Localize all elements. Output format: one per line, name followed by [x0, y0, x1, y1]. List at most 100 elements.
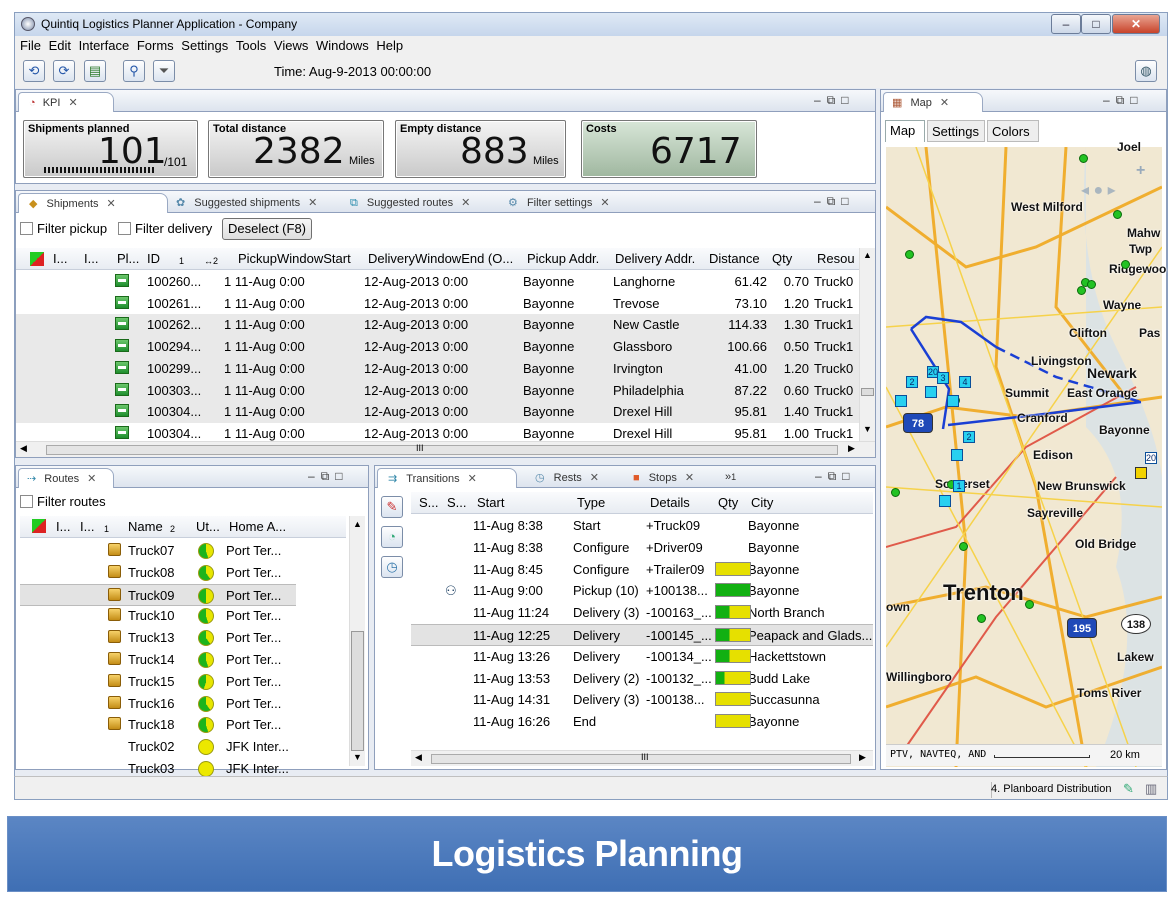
tab-suggested-routes[interactable]: ⧉ Suggested routes ✕ [350, 193, 500, 213]
route-stop[interactable] [895, 395, 907, 407]
scroll-thumb[interactable] [46, 445, 838, 455]
col-header[interactable]: DeliveryWindowEnd (O... [368, 251, 513, 266]
location-marker[interactable] [1087, 280, 1096, 289]
routes-vscroll[interactable]: ▲ ▼ [349, 516, 365, 766]
report-icon[interactable]: ▤ [84, 60, 106, 82]
planning-icon[interactable]: ◔ [381, 526, 403, 548]
transition-row[interactable]: 11-Aug 8:38 Start +Truck09 Bayonne [411, 515, 873, 537]
minimize-button[interactable]: – [1051, 14, 1081, 34]
scroll-thumb[interactable] [351, 631, 364, 751]
col-header[interactable]: Qty [718, 495, 738, 510]
col-header[interactable]: Delivery Addr. [615, 251, 695, 266]
location-marker[interactable] [977, 614, 986, 623]
route-row[interactable]: Truck09 Port Ter... [20, 583, 296, 606]
col-header[interactable]: Resou [817, 251, 855, 266]
close-tab-icon[interactable]: ✕ [940, 97, 949, 109]
route-stop[interactable] [951, 449, 963, 461]
globe-icon[interactable]: ◍ [1135, 60, 1157, 82]
subtab-colors[interactable]: Colors [987, 120, 1039, 142]
route-stop[interactable]: 2 [906, 376, 918, 388]
location-marker[interactable] [1079, 154, 1088, 163]
tab-shipments[interactable]: ◆ Shipments ✕ [18, 193, 168, 213]
col-header[interactable]: Details [650, 495, 690, 510]
tab-stops[interactable]: ■ Stops ✕ [633, 468, 723, 488]
close-tab-icon[interactable]: ✕ [461, 197, 470, 209]
filter-delivery[interactable]: Filter delivery [118, 221, 212, 236]
transition-row[interactable]: 11-Aug 8:38 Configure +Driver09 Bayonne [411, 537, 873, 559]
close-button[interactable]: ✕ [1112, 14, 1160, 34]
route-row[interactable]: Truck15 Port Ter... [20, 671, 346, 693]
tab-rests[interactable]: ◷ Rests ✕ [535, 468, 625, 488]
menu-settings[interactable]: Settings [176, 36, 228, 53]
checkbox[interactable] [118, 222, 131, 235]
table-row[interactable]: 100261... 1 11-Aug 0:00 12-Aug-2013 0:00 Ba… [16, 293, 859, 315]
close-tab-icon[interactable]: ✕ [685, 472, 694, 484]
col-header[interactable]: Distance [709, 251, 760, 266]
table-row[interactable]: 100303... 1 11-Aug 0:00 12-Aug-2013 0:00 Ba… [16, 379, 859, 402]
menu-edit[interactable]: Edit [44, 36, 71, 53]
menu-file[interactable]: File [15, 36, 41, 53]
checkbox[interactable] [20, 222, 33, 235]
close-tab-icon[interactable]: ✕ [87, 473, 96, 485]
sync-icon[interactable]: ⟳ [53, 60, 75, 82]
filter-pickup[interactable]: Filter pickup [20, 221, 107, 236]
col-header[interactable]: PickupWindowStart [238, 251, 351, 266]
location-marker[interactable] [1077, 286, 1086, 295]
route-row[interactable]: Truck16 Port Ter... [20, 693, 346, 715]
close-tab-icon[interactable]: ✕ [68, 97, 77, 109]
shipments-vscroll[interactable]: ▲ ▼ [859, 248, 875, 441]
menu-tools[interactable]: Tools [231, 36, 266, 53]
deselect-button[interactable]: Deselect (F8) [222, 218, 312, 240]
col-header[interactable]: Start [477, 495, 504, 510]
table-row[interactable]: 100294... 1 11-Aug 0:00 12-Aug-2013 0:00 Ba… [16, 336, 859, 359]
menu-help[interactable]: Help [371, 36, 403, 53]
panel-controls[interactable]: –⧉□ [308, 469, 349, 484]
scroll-thumb[interactable] [861, 388, 874, 396]
route-row[interactable]: Truck02 JFK Inter... [20, 736, 346, 758]
transition-row[interactable]: 11-Aug 13:53 Delivery (2) -100132_... Budd … [411, 668, 873, 690]
route-row[interactable]: Truck10 Port Ter... [20, 605, 346, 627]
search-icon[interactable]: ⚲ [123, 60, 145, 82]
zoom-in-icon[interactable]: + [1136, 162, 1145, 180]
subtab-map[interactable]: Map [885, 120, 925, 142]
menu-windows[interactable]: Windows [311, 36, 369, 53]
menu-interface[interactable]: Interface [74, 36, 130, 53]
route-stop[interactable] [947, 395, 959, 407]
refresh-icon[interactable]: ⟲ [23, 60, 45, 82]
col-header[interactable]: Name [128, 519, 163, 534]
route-row[interactable]: Truck14 Port Ter... [20, 649, 346, 671]
close-tab-icon[interactable]: ✕ [308, 197, 317, 209]
route-row[interactable]: Truck18 Port Ter... [20, 714, 346, 736]
col-header[interactable]: Ut... [196, 519, 220, 534]
panel-controls[interactable]: –⧉□ [814, 93, 855, 108]
route-stop[interactable]: 1 [953, 480, 965, 492]
location-marker[interactable] [959, 542, 968, 551]
location-marker[interactable] [1121, 260, 1130, 269]
col-header[interactable]: Type [577, 495, 605, 510]
transitions-hscroll[interactable]: ◀ III ▶ [411, 750, 873, 766]
table-row[interactable]: 100299... 1 11-Aug 0:00 12-Aug-2013 0:00 Ba… [16, 357, 859, 380]
route-stop[interactable] [939, 495, 951, 507]
table-row[interactable]: 100304... 1 11-Aug 0:00 12-Aug-2013 0:00 Ba… [16, 401, 859, 424]
database-icon[interactable]: ▥ [1145, 781, 1157, 797]
checkbox[interactable] [20, 495, 33, 508]
edit-icon[interactable]: ✎ [1123, 781, 1134, 797]
pin-icon[interactable]: ✎ [381, 496, 403, 518]
transition-row[interactable]: 11-Aug 8:45 Configure +Trailer09 Bayonne [411, 559, 873, 581]
col-header[interactable]: I... [56, 519, 70, 534]
tab-routes[interactable]: ⇢ Routes ✕ [18, 468, 114, 488]
timer-icon[interactable]: ◷ [381, 556, 403, 578]
panel-controls[interactable]: –⧉□ [1103, 93, 1144, 108]
maximize-button[interactable]: □ [1081, 14, 1111, 34]
route-row[interactable]: Truck13 Port Ter... [20, 627, 346, 649]
transition-row[interactable]: 11-Aug 13:26 Delivery -100134_... Hackettst… [411, 646, 873, 668]
close-tab-icon[interactable]: ✕ [468, 473, 477, 485]
transition-row[interactable]: 11-Aug 11:24 Delivery (3) -100163_... North… [411, 602, 873, 624]
route-row[interactable]: Truck07 Port Ter... [20, 540, 346, 562]
tab-kpi[interactable]: ◔ KPI ✕ [18, 92, 114, 112]
subtab-settings[interactable]: Settings [927, 120, 985, 142]
location-marker[interactable] [891, 488, 900, 497]
col-header[interactable]: I... [84, 251, 98, 266]
location-marker[interactable] [905, 250, 914, 259]
close-tab-icon[interactable]: ✕ [590, 472, 599, 484]
